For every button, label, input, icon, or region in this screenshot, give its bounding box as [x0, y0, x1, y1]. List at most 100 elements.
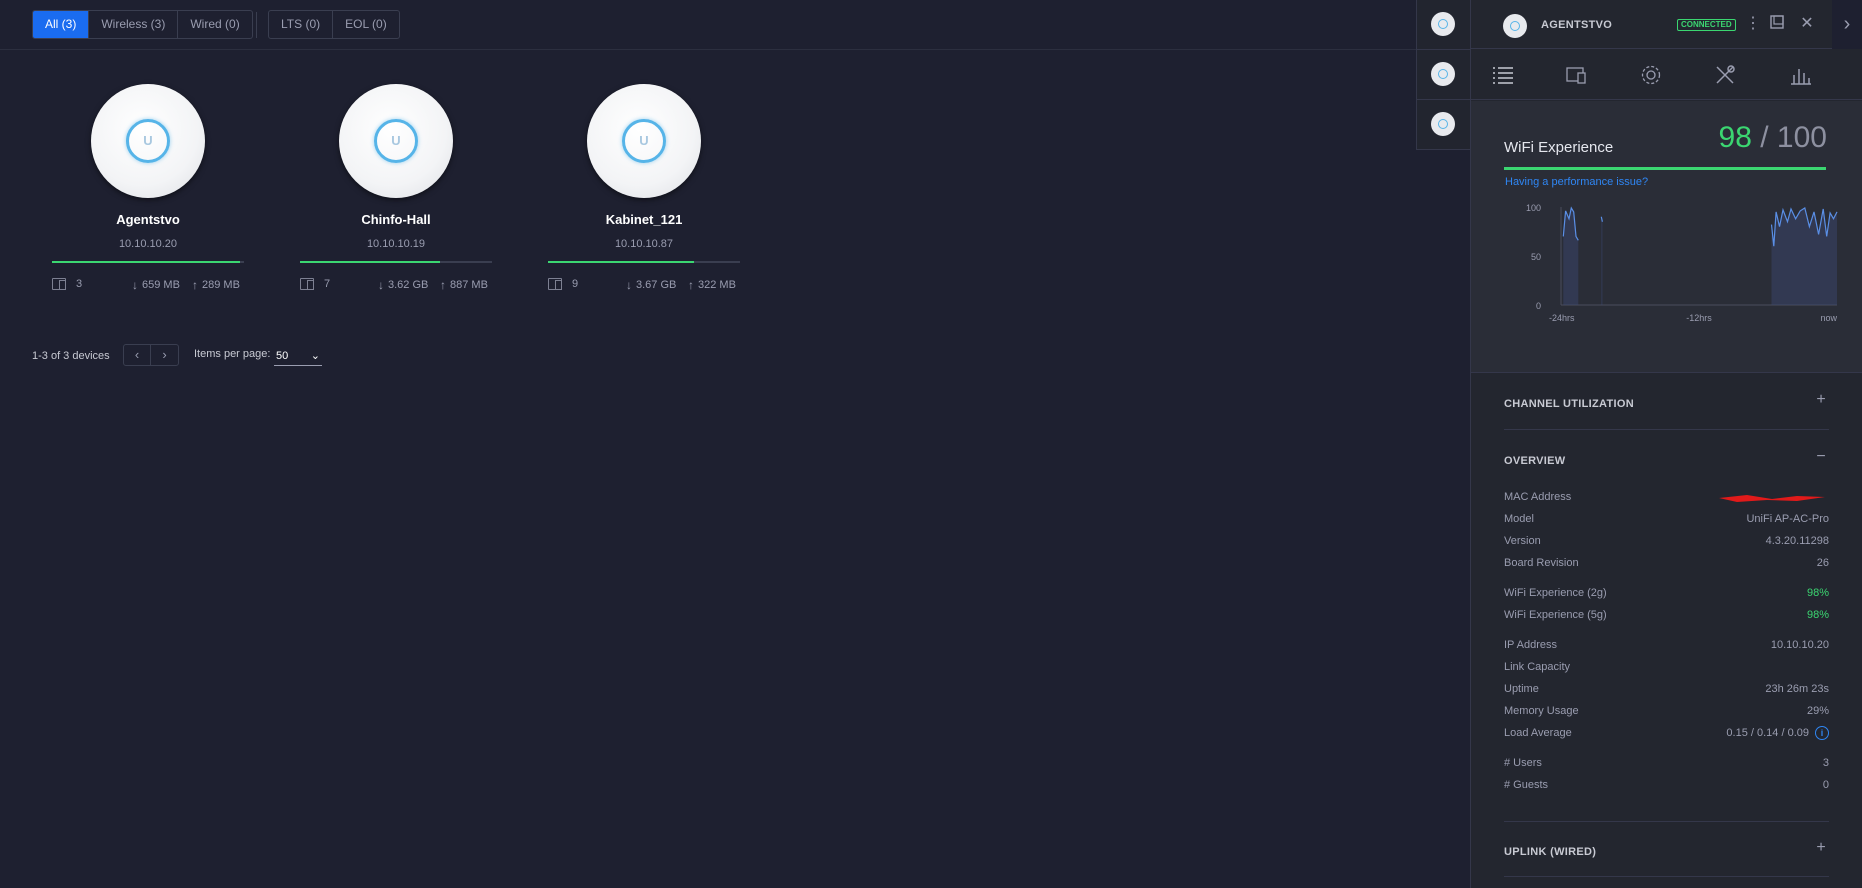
download-arrow-icon: ↓ — [378, 278, 384, 292]
experience-bar — [52, 261, 244, 263]
window-icon[interactable] — [1767, 14, 1787, 34]
overview-row-users: # Users 3 — [1504, 757, 1829, 769]
info-icon[interactable]: i — [1815, 726, 1829, 740]
chevron-right-icon[interactable]: › — [151, 345, 178, 365]
filter-all-button[interactable]: All (3) — [33, 11, 90, 38]
section-title: UPLINK (WIRED) — [1504, 846, 1597, 858]
wifi-experience-bar — [1504, 167, 1826, 170]
list-icon[interactable] — [1489, 62, 1517, 88]
device-tab-1[interactable] — [1431, 12, 1455, 36]
score-max: / 100 — [1760, 121, 1827, 154]
pagination-summary: 1-3 of 3 devices — [32, 350, 110, 362]
redacted-value — [1719, 495, 1825, 502]
upload-total: 322 MB — [698, 279, 736, 291]
experience-bar — [548, 261, 740, 263]
more-vertical-icon[interactable]: ⋮ — [1743, 14, 1763, 34]
wifi-experience-title: WiFi Experience — [1504, 139, 1614, 156]
filter-lts-button[interactable]: LTS (0) — [269, 11, 334, 38]
series-area — [1563, 208, 1579, 305]
upload-total: 887 MB — [450, 279, 488, 291]
section-title: OVERVIEW — [1504, 455, 1566, 467]
tools-icon[interactable] — [1711, 62, 1739, 88]
expand-icon[interactable]: + — [1813, 840, 1829, 856]
upload-total: 289 MB — [202, 279, 240, 291]
y-tick-label: 0 — [1536, 301, 1541, 311]
items-per-page-label: Items per page: — [194, 348, 271, 360]
series-area — [1601, 216, 1603, 305]
panel-header: AGENTSTVO CONNECTED ⋮ ✕ — [1471, 0, 1862, 49]
type-filter-group: All (3) Wireless (3) Wired (0) — [32, 10, 253, 39]
filter-divider — [256, 12, 257, 38]
filter-wired-button[interactable]: Wired (0) — [178, 11, 251, 38]
device-name: Kabinet_121 — [605, 212, 683, 227]
expand-icon[interactable]: + — [1813, 392, 1829, 408]
download-arrow-icon: ↓ — [626, 278, 632, 292]
overview-row-load-average: Load Average 0.15 / 0.14 / 0.09 i — [1504, 726, 1829, 745]
filter-bar: All (3) Wireless (3) Wired (0) LTS (0) E… — [0, 0, 1418, 50]
section-title: CHANNEL UTILIZATION — [1504, 398, 1634, 410]
overview-row-wifi-2g: WiFi Experience (2g) 98% — [1504, 587, 1829, 599]
overview-row-uptime: Uptime 23h 26m 23s — [1504, 683, 1829, 695]
overview-row-board-revision: Board Revision 26 — [1504, 557, 1829, 569]
overview-row-guests: # Guests 0 — [1504, 779, 1829, 791]
device-ip: 10.10.10.19 — [366, 238, 426, 250]
uplink-section[interactable]: UPLINK (WIRED) + — [1504, 821, 1829, 877]
device-card-kabinet-121[interactable]: U Kabinet_121 10.10.10.87 9 ↓ 3.67 GB ↑ 32… — [540, 84, 740, 304]
collapse-icon[interactable]: − — [1813, 449, 1829, 465]
filter-eol-button[interactable]: EOL (0) — [333, 11, 399, 38]
performance-issue-link[interactable]: Having a performance issue? — [1505, 176, 1648, 188]
overview-row-model: Model UniFi AP-AC-Pro — [1504, 513, 1829, 525]
download-arrow-icon: ↓ — [132, 278, 138, 292]
device-tabs — [1416, 0, 1471, 150]
chevron-down-icon: ⌄ — [310, 350, 320, 362]
experience-bar — [300, 261, 492, 263]
device-card-chinfo-hall[interactable]: U Chinfo-Hall 10.10.10.19 7 ↓ 3.62 GB ↑ 88… — [292, 84, 492, 304]
status-filter-group: LTS (0) EOL (0) — [268, 10, 400, 39]
overview-section[interactable]: OVERVIEW − — [1504, 431, 1829, 487]
panel-title: AGENTSTVO — [1541, 19, 1613, 31]
divider — [1417, 99, 1471, 100]
close-icon[interactable]: ✕ — [1797, 14, 1817, 34]
clients-icon — [548, 278, 562, 290]
device-card-agentstvo[interactable]: U Agentstvo 10.10.10.20 3 ↓ 659 MB ↑ 289 M… — [44, 84, 244, 304]
clients-icon — [300, 278, 314, 290]
series-area — [1771, 208, 1837, 305]
devices-icon[interactable] — [1563, 62, 1591, 88]
y-tick-label: 50 — [1531, 252, 1541, 262]
items-per-page-select[interactable]: 50 ⌄ — [274, 346, 322, 366]
chevron-right-icon[interactable]: › — [1832, 0, 1862, 49]
upload-arrow-icon: ↑ — [688, 278, 694, 292]
panel-tabs — [1471, 50, 1862, 100]
filter-wireless-button[interactable]: Wireless (3) — [89, 11, 179, 38]
x-tick-label: -24hrs — [1549, 313, 1575, 323]
device-stats: 3 ↓ 659 MB ↑ 289 MB — [52, 278, 252, 294]
access-point-image: U — [339, 84, 453, 198]
gear-icon[interactable] — [1637, 62, 1665, 88]
client-count: 7 — [324, 278, 331, 290]
y-tick-label: 100 — [1526, 203, 1541, 213]
chevron-left-icon[interactable]: ‹ — [124, 345, 151, 365]
device-tab-3[interactable] — [1431, 112, 1455, 136]
divider — [1417, 49, 1471, 50]
device-tab-2[interactable] — [1431, 62, 1455, 86]
download-total: 659 MB — [142, 279, 180, 291]
device-properties-panel: AGENTSTVO CONNECTED ⋮ ✕ WiFi Experience … — [1470, 0, 1862, 888]
download-total: 3.62 GB — [388, 279, 429, 291]
status-badge: CONNECTED — [1677, 19, 1736, 31]
wifi-experience-card: WiFi Experience 98 / 100 Having a perfor… — [1471, 101, 1862, 373]
channel-utilization-section[interactable]: CHANNEL UTILIZATION + — [1504, 374, 1829, 430]
client-count: 9 — [572, 278, 579, 290]
access-point-image: U — [587, 84, 701, 198]
pagination: 1-3 of 3 devices ‹ › Items per page: 50 … — [32, 344, 322, 368]
score-value: 98 — [1718, 121, 1752, 154]
access-point-image: U — [91, 84, 205, 198]
device-name: Agentstvo — [116, 212, 180, 227]
stats-icon[interactable] — [1787, 62, 1815, 88]
device-stats: 7 ↓ 3.62 GB ↑ 887 MB — [300, 278, 500, 294]
client-count: 3 — [76, 278, 83, 290]
wifi-experience-score: 98 / 100 — [1719, 121, 1827, 155]
wifi-experience-chart: 100 50 0 -24hrs -12hrs now — [1526, 203, 1838, 323]
device-ip: 10.10.10.87 — [614, 238, 674, 250]
overview-row-link-capacity: Link Capacity — [1504, 661, 1571, 673]
device-name: Chinfo-Hall — [361, 212, 431, 227]
